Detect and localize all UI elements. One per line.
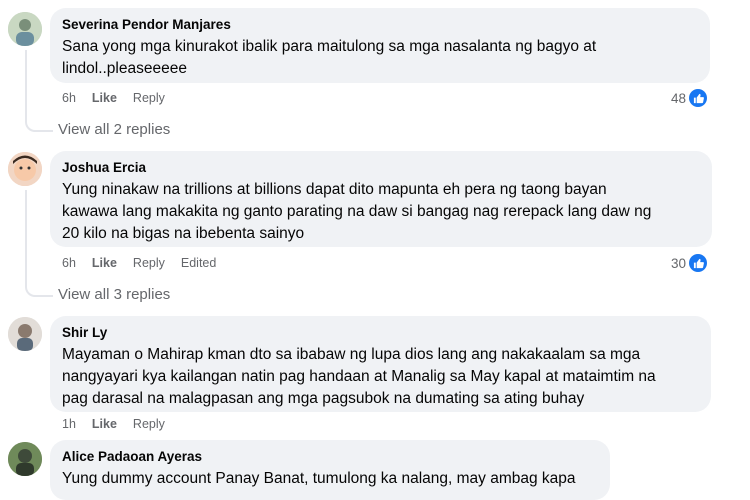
thumbs-up-icon [689, 254, 708, 272]
avatar[interactable] [8, 12, 42, 46]
avatar[interactable] [8, 152, 42, 186]
timestamp[interactable]: 6h [62, 256, 76, 270]
reply-button[interactable]: Reply [133, 91, 165, 105]
comment-actions: 6h Like Reply [62, 91, 181, 105]
reaction-count-label: 48 [671, 90, 687, 106]
thread-line [25, 190, 53, 297]
reaction-count[interactable]: 48 [671, 89, 708, 107]
comment-actions: 1h Like Reply [62, 417, 181, 431]
comment-author[interactable]: Joshua Ercia [62, 159, 700, 176]
reaction-count[interactable]: 30 [671, 254, 708, 272]
comment-text: Yung ninakaw na trillions at billions da… [62, 181, 652, 242]
comment-bubble: Alice Padaoan Ayeras Yung dummy account … [50, 440, 610, 500]
thumbs-up-icon [689, 89, 708, 107]
like-button[interactable]: Like [92, 417, 117, 431]
like-button[interactable]: Like [92, 91, 117, 105]
thread-line [25, 50, 53, 132]
avatar[interactable] [8, 317, 42, 351]
avatar[interactable] [8, 442, 42, 476]
view-replies-link[interactable]: View all 2 replies [58, 121, 170, 138]
comment-text: Yung dummy account Panay Banat, tumulong… [62, 470, 576, 487]
reply-button[interactable]: Reply [133, 417, 165, 431]
reaction-count-label: 30 [671, 255, 687, 271]
comment-bubble: Shir Ly Mayaman o Mahirap kman dto sa ib… [50, 316, 711, 412]
comment-bubble: Severina Pendor Manjares Sana yong mga k… [50, 8, 710, 83]
like-button[interactable]: Like [92, 256, 117, 270]
timestamp[interactable]: 1h [62, 417, 76, 431]
comment-author[interactable]: Alice Padaoan Ayeras [62, 448, 598, 465]
comment-text: Mayaman o Mahirap kman dto sa ibabaw ng … [62, 346, 656, 407]
comment-author[interactable]: Severina Pendor Manjares [62, 16, 698, 33]
edited-label: Edited [180, 256, 217, 270]
comment-bubble: Joshua Ercia Yung ninakaw na trillions a… [50, 151, 712, 247]
timestamp[interactable]: 6h [62, 91, 76, 105]
comment-author[interactable]: Shir Ly [62, 324, 699, 341]
reply-button[interactable]: Reply [133, 256, 165, 270]
comment-actions: 6h Like Reply Edited [62, 256, 232, 270]
view-replies-link[interactable]: View all 3 replies [58, 286, 170, 303]
comment-text: Sana yong mga kinurakot ibalik para mait… [62, 38, 597, 77]
